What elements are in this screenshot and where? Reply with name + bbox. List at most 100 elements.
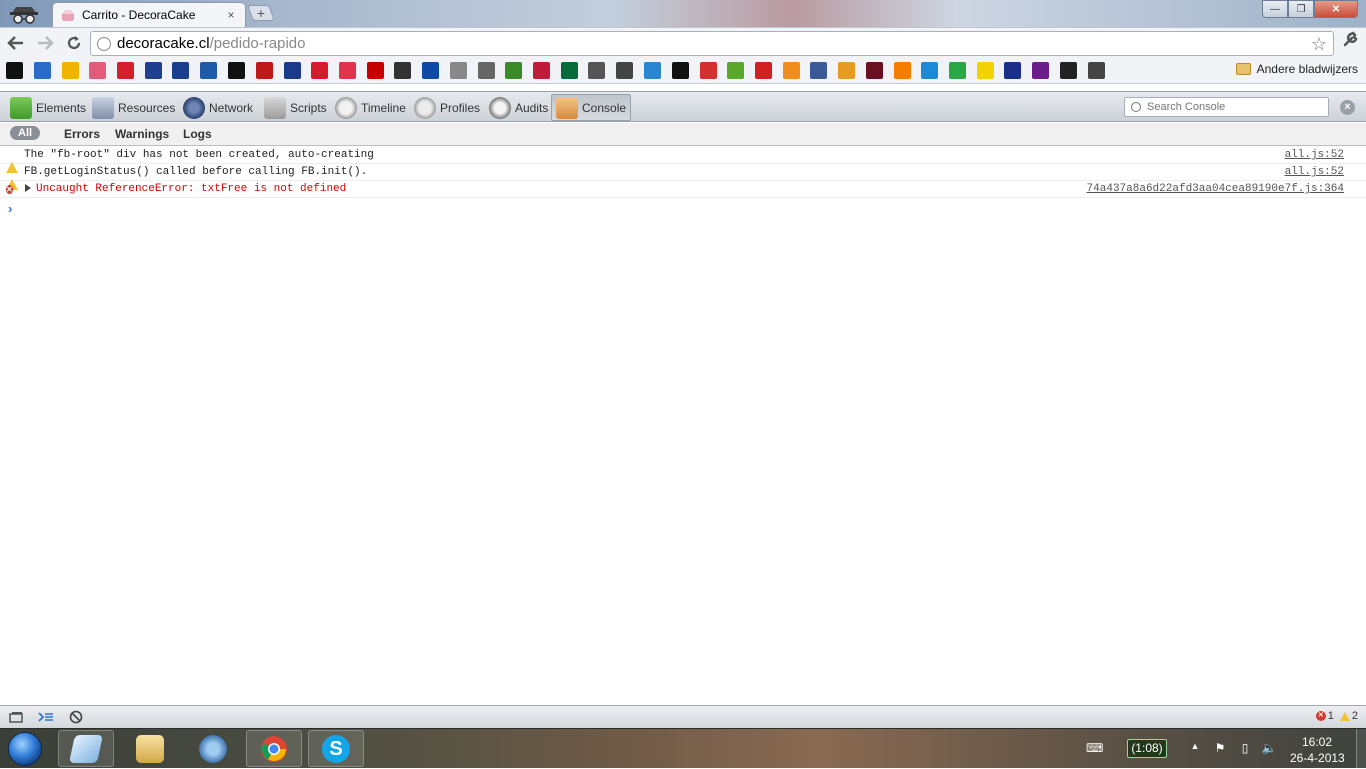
console-drawer-icon[interactable] [36, 709, 56, 725]
dock-toggle-icon[interactable] [6, 709, 26, 725]
filter-warnings[interactable]: Warnings [115, 127, 169, 141]
skype-app-icon: S [322, 734, 350, 763]
taskbar-app-chrome[interactable] [246, 730, 302, 767]
bookmark-fw-icon[interactable] [505, 62, 523, 79]
panel-tab-label: Profiles [440, 100, 481, 115]
bookmark-t-icon[interactable] [200, 62, 218, 79]
action-center-flag-icon[interactable]: ⚑ [1212, 741, 1228, 757]
bookmark-bat-icon[interactable] [893, 62, 911, 79]
bookmark-translate-icon[interactable] [644, 62, 661, 79]
bookmark-vn-icon[interactable] [283, 62, 301, 79]
close-devtools-icon[interactable]: × [1340, 100, 1355, 115]
keyboard-icon[interactable]: ⌨ [1086, 741, 1103, 757]
minimize-button[interactable]: — [1262, 0, 1288, 18]
bookmark-p-icon[interactable] [172, 62, 190, 79]
bookmark-sun-icon[interactable] [61, 62, 79, 79]
panel-tab-elements[interactable]: Elements [6, 94, 90, 121]
bookmark-joystick-icon[interactable] [394, 62, 412, 79]
message-source-link[interactable]: all.js:52 [1285, 149, 1344, 161]
bookmark-coin-icon[interactable] [976, 62, 994, 79]
search-console-input[interactable] [1147, 101, 1327, 113]
taskbar-app-skype[interactable]: S [308, 730, 364, 767]
reload-button[interactable] [61, 30, 87, 56]
panel-tab-console[interactable]: Console [551, 94, 632, 121]
bookmark-ats-icon[interactable] [255, 62, 273, 79]
panel-tab-profiles[interactable]: Profiles [410, 94, 484, 121]
close-tab-icon[interactable]: × [225, 8, 237, 22]
bookmark-nyt-icon[interactable] [228, 62, 245, 79]
wrench-menu-icon[interactable] [1342, 30, 1360, 53]
windows-logo-icon [8, 732, 42, 766]
address-bar[interactable]: decoracake.cl/pedido-rapido ☆ [90, 31, 1334, 56]
bookmark-globe-icon[interactable] [588, 62, 606, 79]
bookmark-facebook-icon[interactable] [838, 62, 855, 79]
bookmark-arrow-icon[interactable] [866, 62, 883, 79]
tab-active[interactable]: Carrito - DecoraCake × [52, 2, 246, 27]
start-button[interactable] [2, 730, 50, 768]
clock-time[interactable]: 16:02 [1302, 735, 1332, 749]
bookmark-ryanair-icon[interactable] [1032, 62, 1050, 79]
bookmark-apps-icon[interactable] [89, 62, 107, 79]
bookmark-w-icon[interactable] [1060, 62, 1077, 79]
panel-tab-audits[interactable]: Audits [485, 94, 552, 121]
filter-errors[interactable]: Errors [64, 127, 100, 141]
bookmark-dot-icon[interactable] [1004, 62, 1022, 79]
bookmark-fm-icon[interactable] [422, 62, 439, 79]
bookmark-redcircle-icon[interactable] [782, 62, 800, 79]
volume-icon[interactable]: 🔈 [1261, 741, 1277, 757]
bookmark-weather-icon[interactable] [34, 62, 51, 79]
bookmark-rss-icon[interactable] [810, 62, 828, 79]
forward-button[interactable] [32, 30, 58, 56]
page-info-icon[interactable] [97, 36, 111, 51]
bookmark-pocket-icon[interactable] [311, 62, 329, 79]
show-hidden-icons-icon[interactable]: ▲ [1187, 741, 1203, 757]
filter-all[interactable]: All [10, 126, 41, 140]
battery-time-indicator[interactable]: (1:08) [1127, 739, 1167, 758]
panel-tab-timeline[interactable]: Timeline [331, 94, 410, 121]
filter-logs[interactable]: Logs [183, 127, 212, 141]
expand-triangle-icon[interactable] [25, 184, 31, 192]
bookmark-xe-icon[interactable] [616, 62, 634, 79]
taskbar-app-notes[interactable] [58, 730, 114, 767]
bookmark-cnn-icon[interactable] [366, 62, 384, 79]
taskbar-app-explorer[interactable] [122, 730, 178, 767]
bookmark-wp-icon[interactable] [671, 62, 689, 79]
bookmark-feedly-icon[interactable] [533, 62, 551, 79]
message-source-link[interactable]: 74a437a8a6d22afd3aa04cea89190e7f.js:364 [1087, 183, 1344, 195]
other-bookmarks[interactable]: Andere bladwijzers [1235, 62, 1358, 76]
bookmark-grid-icon[interactable] [338, 62, 356, 79]
panel-tab-scripts[interactable]: Scripts [260, 94, 331, 121]
bookmark-target-icon[interactable] [450, 62, 467, 79]
search-console-field[interactable] [1124, 97, 1329, 117]
bookmark-chef-icon[interactable] [727, 62, 745, 79]
taskbar-app-thunderbird[interactable] [185, 730, 241, 767]
clock-date[interactable]: 26-4-2013 [1290, 751, 1345, 765]
clear-console-icon[interactable] [66, 709, 86, 725]
bookmarks-bar: Andere bladwijzers [0, 58, 1366, 84]
panel-tab-network[interactable]: Network [179, 94, 257, 121]
bookmark-bus-icon[interactable] [1087, 62, 1105, 79]
close-window-button[interactable]: ✕ [1314, 0, 1358, 18]
message-text: FB.getLoginStatus() called before callin… [24, 166, 368, 178]
console-output[interactable]: The "fb-root" div has not been created, … [0, 147, 1366, 705]
bookmark-wikipedia-icon[interactable] [6, 62, 23, 79]
bookmark-nos-icon[interactable] [144, 62, 162, 79]
bookmark-rtl-icon[interactable] [754, 62, 772, 79]
maximize-button[interactable]: ❐ [1288, 0, 1314, 18]
message-source-link[interactable]: all.js:52 [1285, 166, 1344, 178]
bookmark-record-icon[interactable] [117, 62, 135, 79]
bookmark-blogger-icon[interactable] [921, 62, 939, 79]
devtools-status-bar: ✕ 1 2 [0, 705, 1366, 728]
battery-icon[interactable]: ▯ [1237, 741, 1253, 757]
panel-tab-resources[interactable]: Resources [88, 94, 179, 121]
bookmark-klm-icon[interactable] [949, 62, 967, 79]
message-counts[interactable]: ✕ 1 2 [1315, 710, 1358, 722]
bookmark-leaf-icon[interactable] [560, 62, 578, 79]
bookmark-star-icon[interactable]: ☆ [1311, 34, 1327, 55]
show-desktop-button[interactable] [1356, 729, 1366, 769]
bookmark-globe-icon[interactable] [477, 62, 495, 79]
back-button[interactable] [3, 30, 29, 56]
new-tab-button[interactable]: + [247, 5, 275, 21]
bookmark-lastfm-icon[interactable] [699, 62, 717, 79]
console-prompt[interactable]: › [8, 201, 12, 216]
